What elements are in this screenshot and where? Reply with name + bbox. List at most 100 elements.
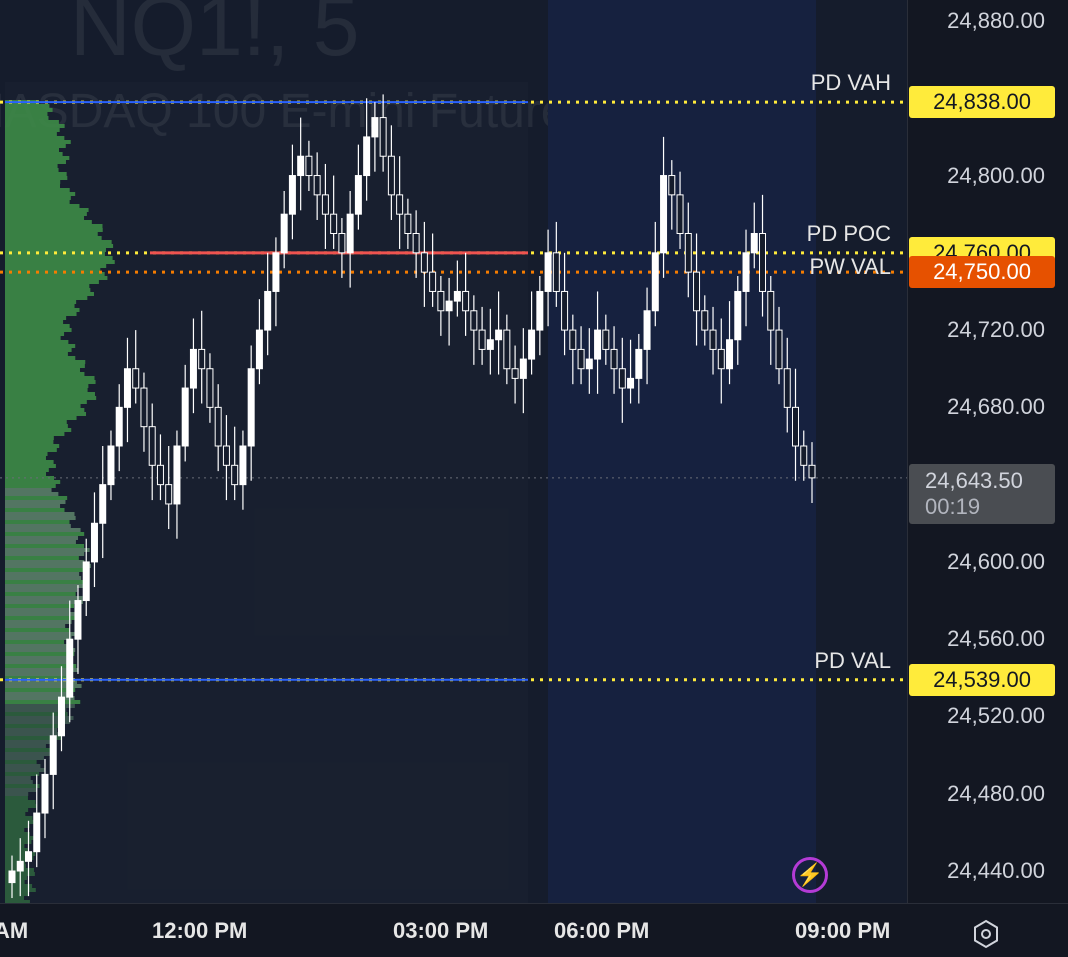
chart-canvas[interactable] bbox=[0, 0, 907, 903]
x-tick-label: AM bbox=[0, 918, 29, 943]
price-tag-pd-val: 24,539.00 bbox=[909, 663, 1055, 696]
volume-profile-bar bbox=[5, 540, 76, 544]
volume-profile-bar bbox=[5, 516, 76, 520]
candle-body bbox=[503, 329, 511, 370]
volume-profile-bar bbox=[5, 320, 64, 324]
volume-profile-bar bbox=[5, 580, 89, 584]
level-label-pd-vah: PD VAH bbox=[810, 70, 891, 96]
candle-body bbox=[709, 329, 717, 350]
volume-profile-bar bbox=[5, 232, 98, 236]
candle-body bbox=[478, 329, 486, 350]
candle-body bbox=[330, 213, 338, 235]
volume-profile-bar bbox=[5, 576, 82, 580]
volume-profile-bar bbox=[5, 380, 96, 384]
volume-profile-bar bbox=[5, 528, 81, 532]
volume-profile-bar bbox=[5, 368, 81, 372]
candle-body bbox=[429, 271, 437, 292]
volume-profile-bar bbox=[5, 464, 56, 468]
lightning-icon[interactable]: ⚡ bbox=[792, 857, 828, 893]
volume-profile-bar bbox=[5, 740, 52, 744]
volume-profile-bar bbox=[5, 432, 65, 436]
y-tick-label: 24,800.00 bbox=[947, 162, 1045, 188]
candle-body bbox=[684, 233, 692, 273]
candle-body bbox=[41, 773, 49, 814]
volume-profile-bar bbox=[5, 804, 37, 808]
candle-body bbox=[297, 155, 305, 177]
candle-body bbox=[99, 484, 107, 524]
candle-body bbox=[239, 445, 247, 486]
volume-profile-bar bbox=[5, 812, 26, 816]
volume-profile-bar bbox=[5, 344, 76, 348]
y-tick-label: 24,600.00 bbox=[947, 548, 1045, 574]
volume-profile-bar bbox=[5, 280, 99, 284]
volume-profile-bar bbox=[5, 792, 29, 796]
y-tick-label: 24,560.00 bbox=[947, 626, 1045, 652]
volume-profile-bar bbox=[5, 548, 90, 552]
volume-profile-bar bbox=[5, 376, 95, 380]
candle-body bbox=[610, 348, 618, 370]
candle-body bbox=[90, 522, 98, 563]
candle-body bbox=[379, 117, 387, 157]
candle-body bbox=[783, 368, 791, 408]
volume-profile-bar bbox=[5, 424, 68, 428]
candle-body bbox=[33, 812, 41, 853]
volume-profile-bar bbox=[5, 160, 66, 164]
candle-body bbox=[585, 358, 593, 370]
hexagon-settings-icon[interactable] bbox=[970, 918, 1002, 950]
volume-profile-bar bbox=[5, 780, 33, 784]
candle-body bbox=[453, 290, 461, 302]
x-tick-label: 03:00 PM bbox=[393, 918, 489, 943]
volume-profile-bar bbox=[5, 796, 28, 800]
volume-profile-bar bbox=[5, 152, 63, 156]
candle-body bbox=[272, 252, 280, 292]
volume-profile-bar bbox=[5, 128, 60, 132]
y-tick-label: 24,520.00 bbox=[947, 703, 1045, 729]
candle-body bbox=[734, 290, 742, 341]
volume-profile-bar bbox=[5, 612, 76, 616]
candle-body bbox=[404, 213, 412, 235]
volume-profile-bar bbox=[5, 616, 79, 620]
price-tag-pw-val: 24,750.00 bbox=[909, 256, 1055, 289]
candle-body bbox=[635, 348, 643, 379]
volume-profile-bar bbox=[5, 708, 67, 712]
volume-profile-bar bbox=[5, 164, 58, 168]
volume-profile-bar bbox=[5, 500, 66, 504]
candle-body bbox=[82, 561, 90, 602]
chart-plot-area[interactable]: NQ1!, 5 NASDAQ 100 E-mini Futures PD VAH… bbox=[0, 0, 907, 903]
candle-body bbox=[412, 233, 420, 254]
candle-body bbox=[627, 377, 635, 389]
candle-body bbox=[594, 329, 602, 360]
volume-profile-bar bbox=[5, 184, 61, 188]
volume-profile-bar bbox=[5, 452, 48, 456]
volume-profile-bar bbox=[5, 116, 49, 120]
volume-profile-bar bbox=[5, 396, 97, 400]
volume-profile-bar bbox=[5, 444, 60, 448]
volume-profile-bar bbox=[5, 448, 57, 452]
volume-profile-bar bbox=[5, 536, 79, 540]
volume-profile-bar bbox=[5, 744, 46, 748]
volume-profile-bar bbox=[5, 496, 68, 500]
volume-profile-bar bbox=[5, 284, 90, 288]
volume-profile-bar bbox=[5, 428, 72, 432]
candle-body bbox=[16, 860, 24, 872]
candle-body bbox=[387, 155, 395, 196]
candle-body bbox=[305, 155, 313, 177]
candle-body bbox=[123, 368, 131, 408]
volume-profile-bar bbox=[5, 764, 41, 768]
candle-body bbox=[528, 329, 536, 360]
volume-profile-bar bbox=[5, 832, 30, 836]
volume-profile-bar bbox=[5, 136, 65, 140]
candle-body bbox=[189, 348, 197, 389]
volume-profile-bar bbox=[5, 168, 59, 172]
y-tick-label: 24,680.00 bbox=[947, 394, 1045, 420]
volume-profile-bar bbox=[5, 340, 69, 344]
volume-profile-bar bbox=[5, 544, 85, 548]
volume-profile-bar bbox=[5, 584, 87, 588]
candle-body bbox=[792, 406, 800, 447]
volume-profile-bar bbox=[5, 356, 76, 360]
time-axis[interactable]: AM 12:00 PM 03:00 PM 06:00 PM 09:00 PM bbox=[0, 903, 1068, 957]
candle-body bbox=[66, 638, 74, 698]
price-axis[interactable]: 24,880.00 24,800.00 24,720.00 24,680.00 24,6… bbox=[907, 0, 1068, 903]
candle-body bbox=[717, 348, 725, 370]
volume-profile-bar bbox=[5, 204, 80, 208]
